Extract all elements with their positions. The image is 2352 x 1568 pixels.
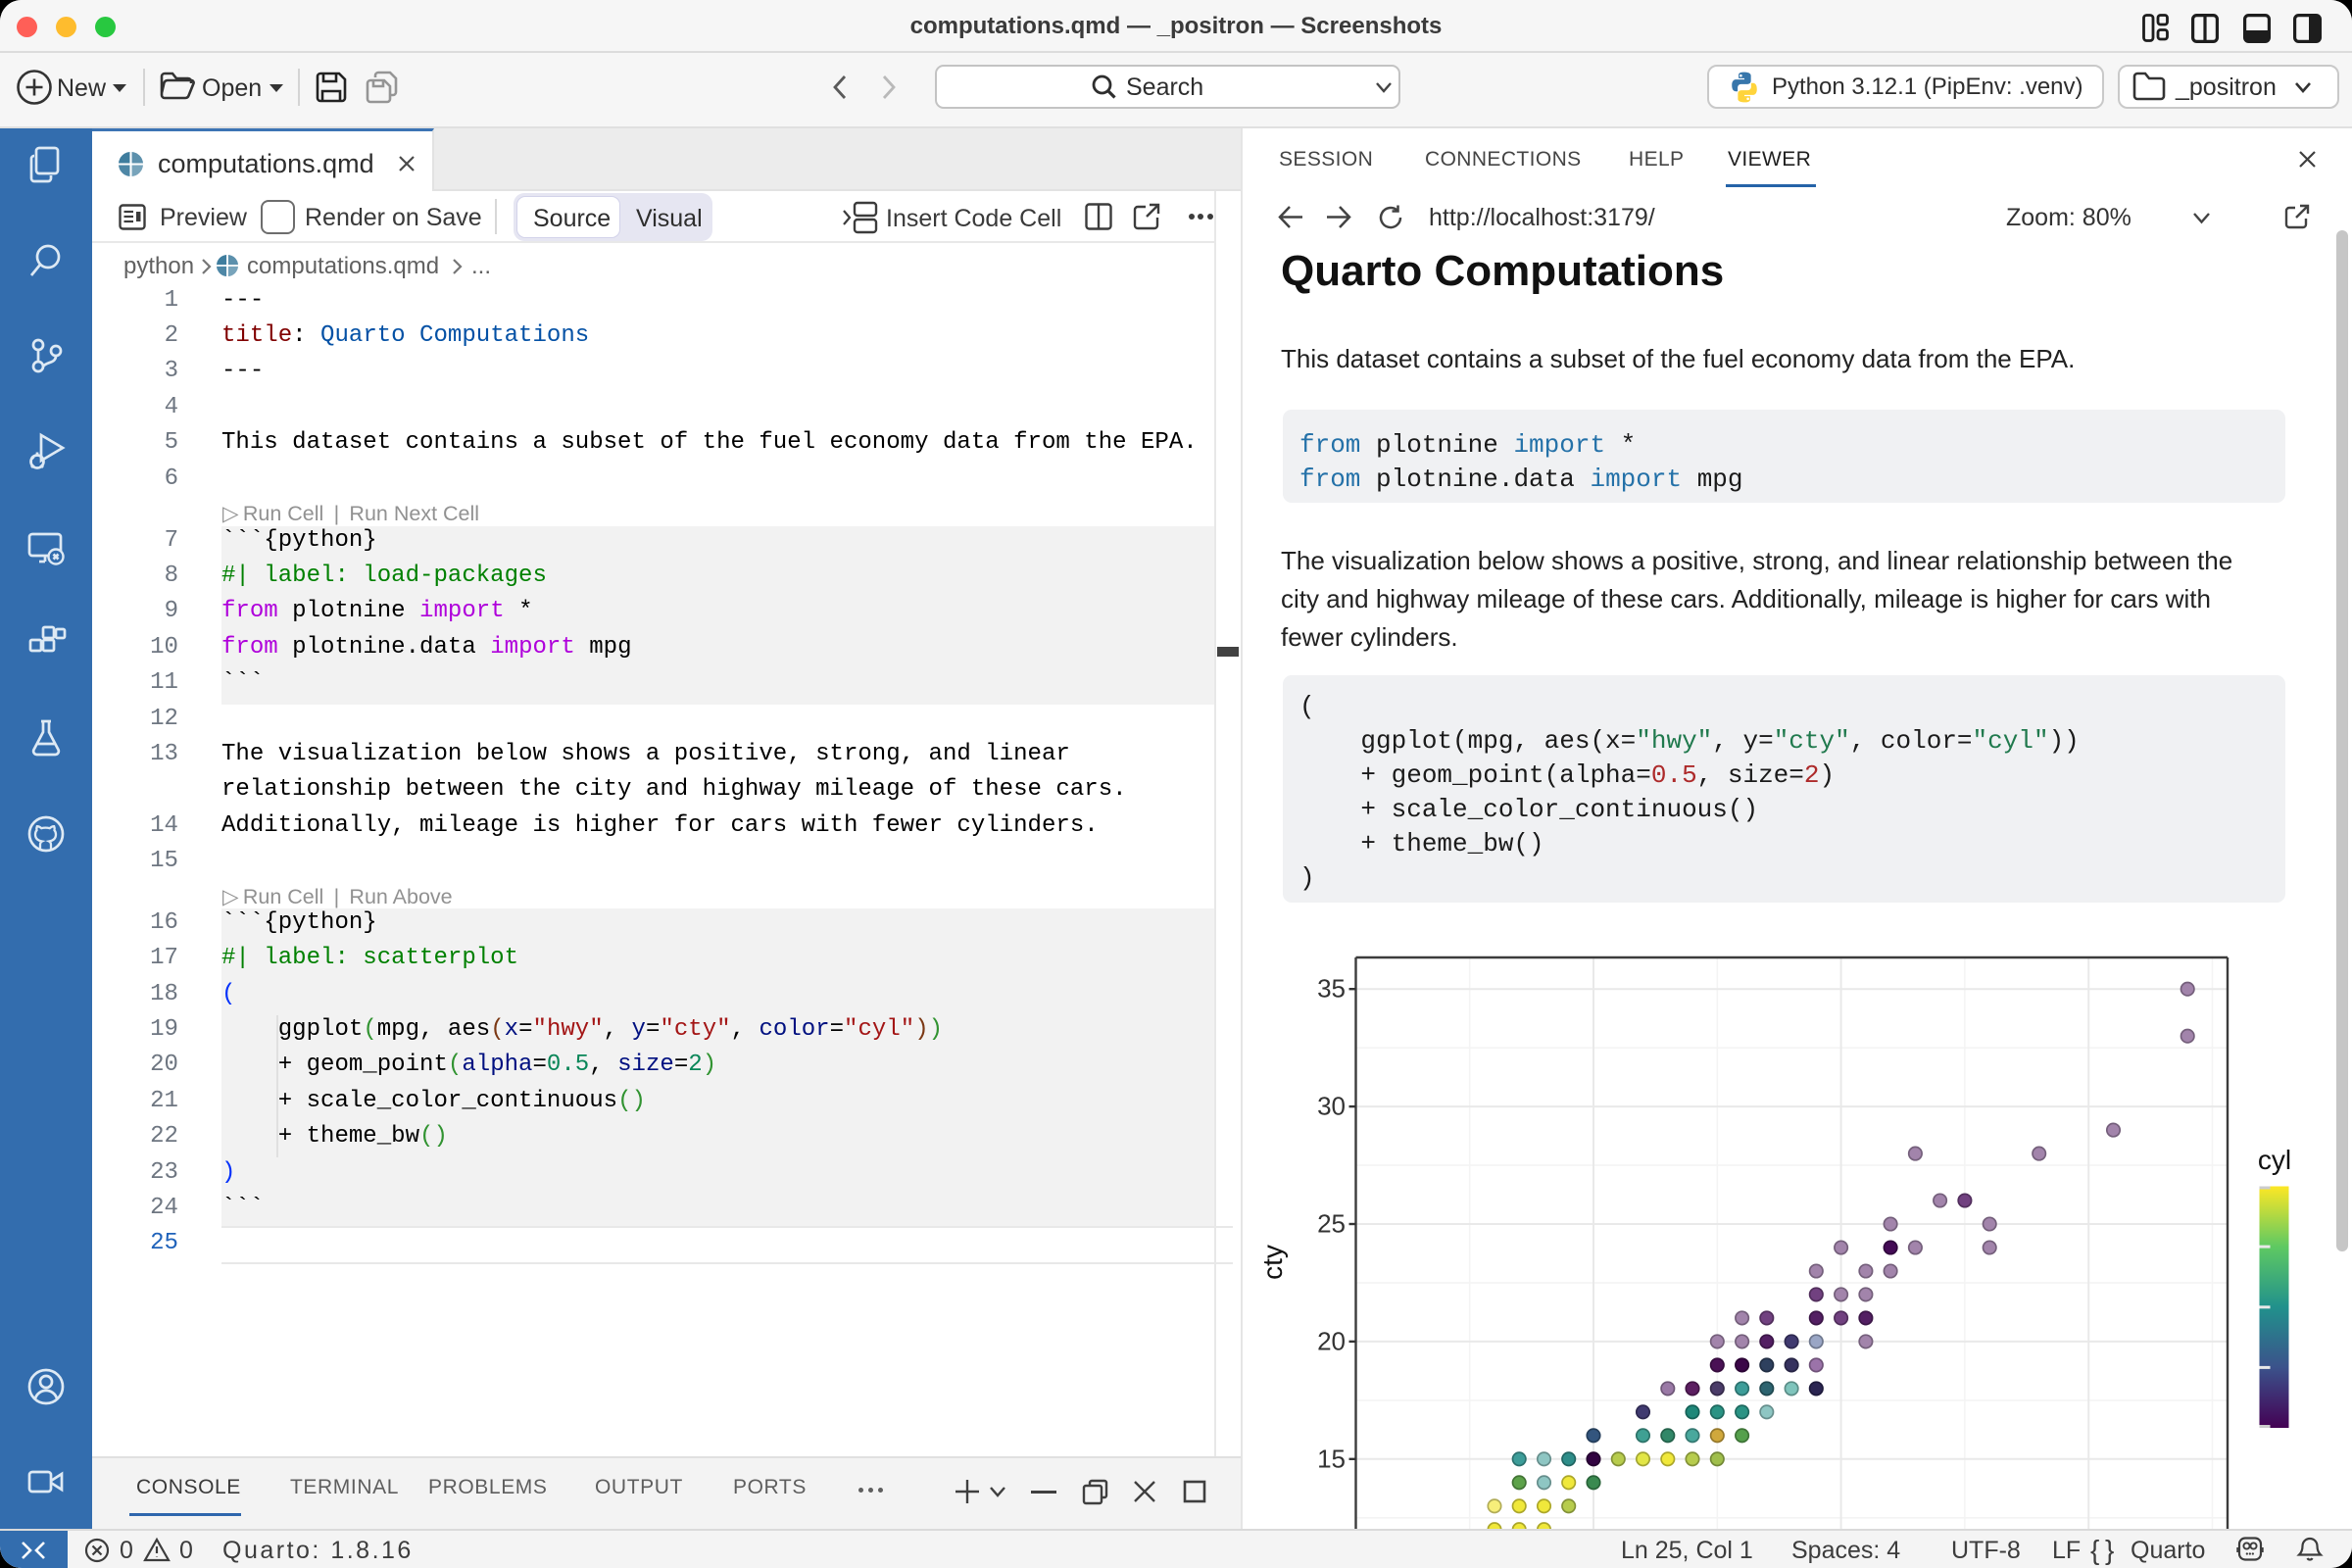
svg-text:25: 25 bbox=[1317, 1209, 1346, 1239]
svg-text:35: 35 bbox=[1317, 974, 1346, 1004]
svg-text:15: 15 bbox=[1317, 1444, 1346, 1473]
svg-text:30: 30 bbox=[1317, 1092, 1346, 1121]
svg-text:cty: cty bbox=[1257, 1245, 1288, 1280]
svg-text:20: 20 bbox=[1317, 1326, 1346, 1355]
svg-text:cyl: cyl bbox=[2258, 1145, 2291, 1175]
